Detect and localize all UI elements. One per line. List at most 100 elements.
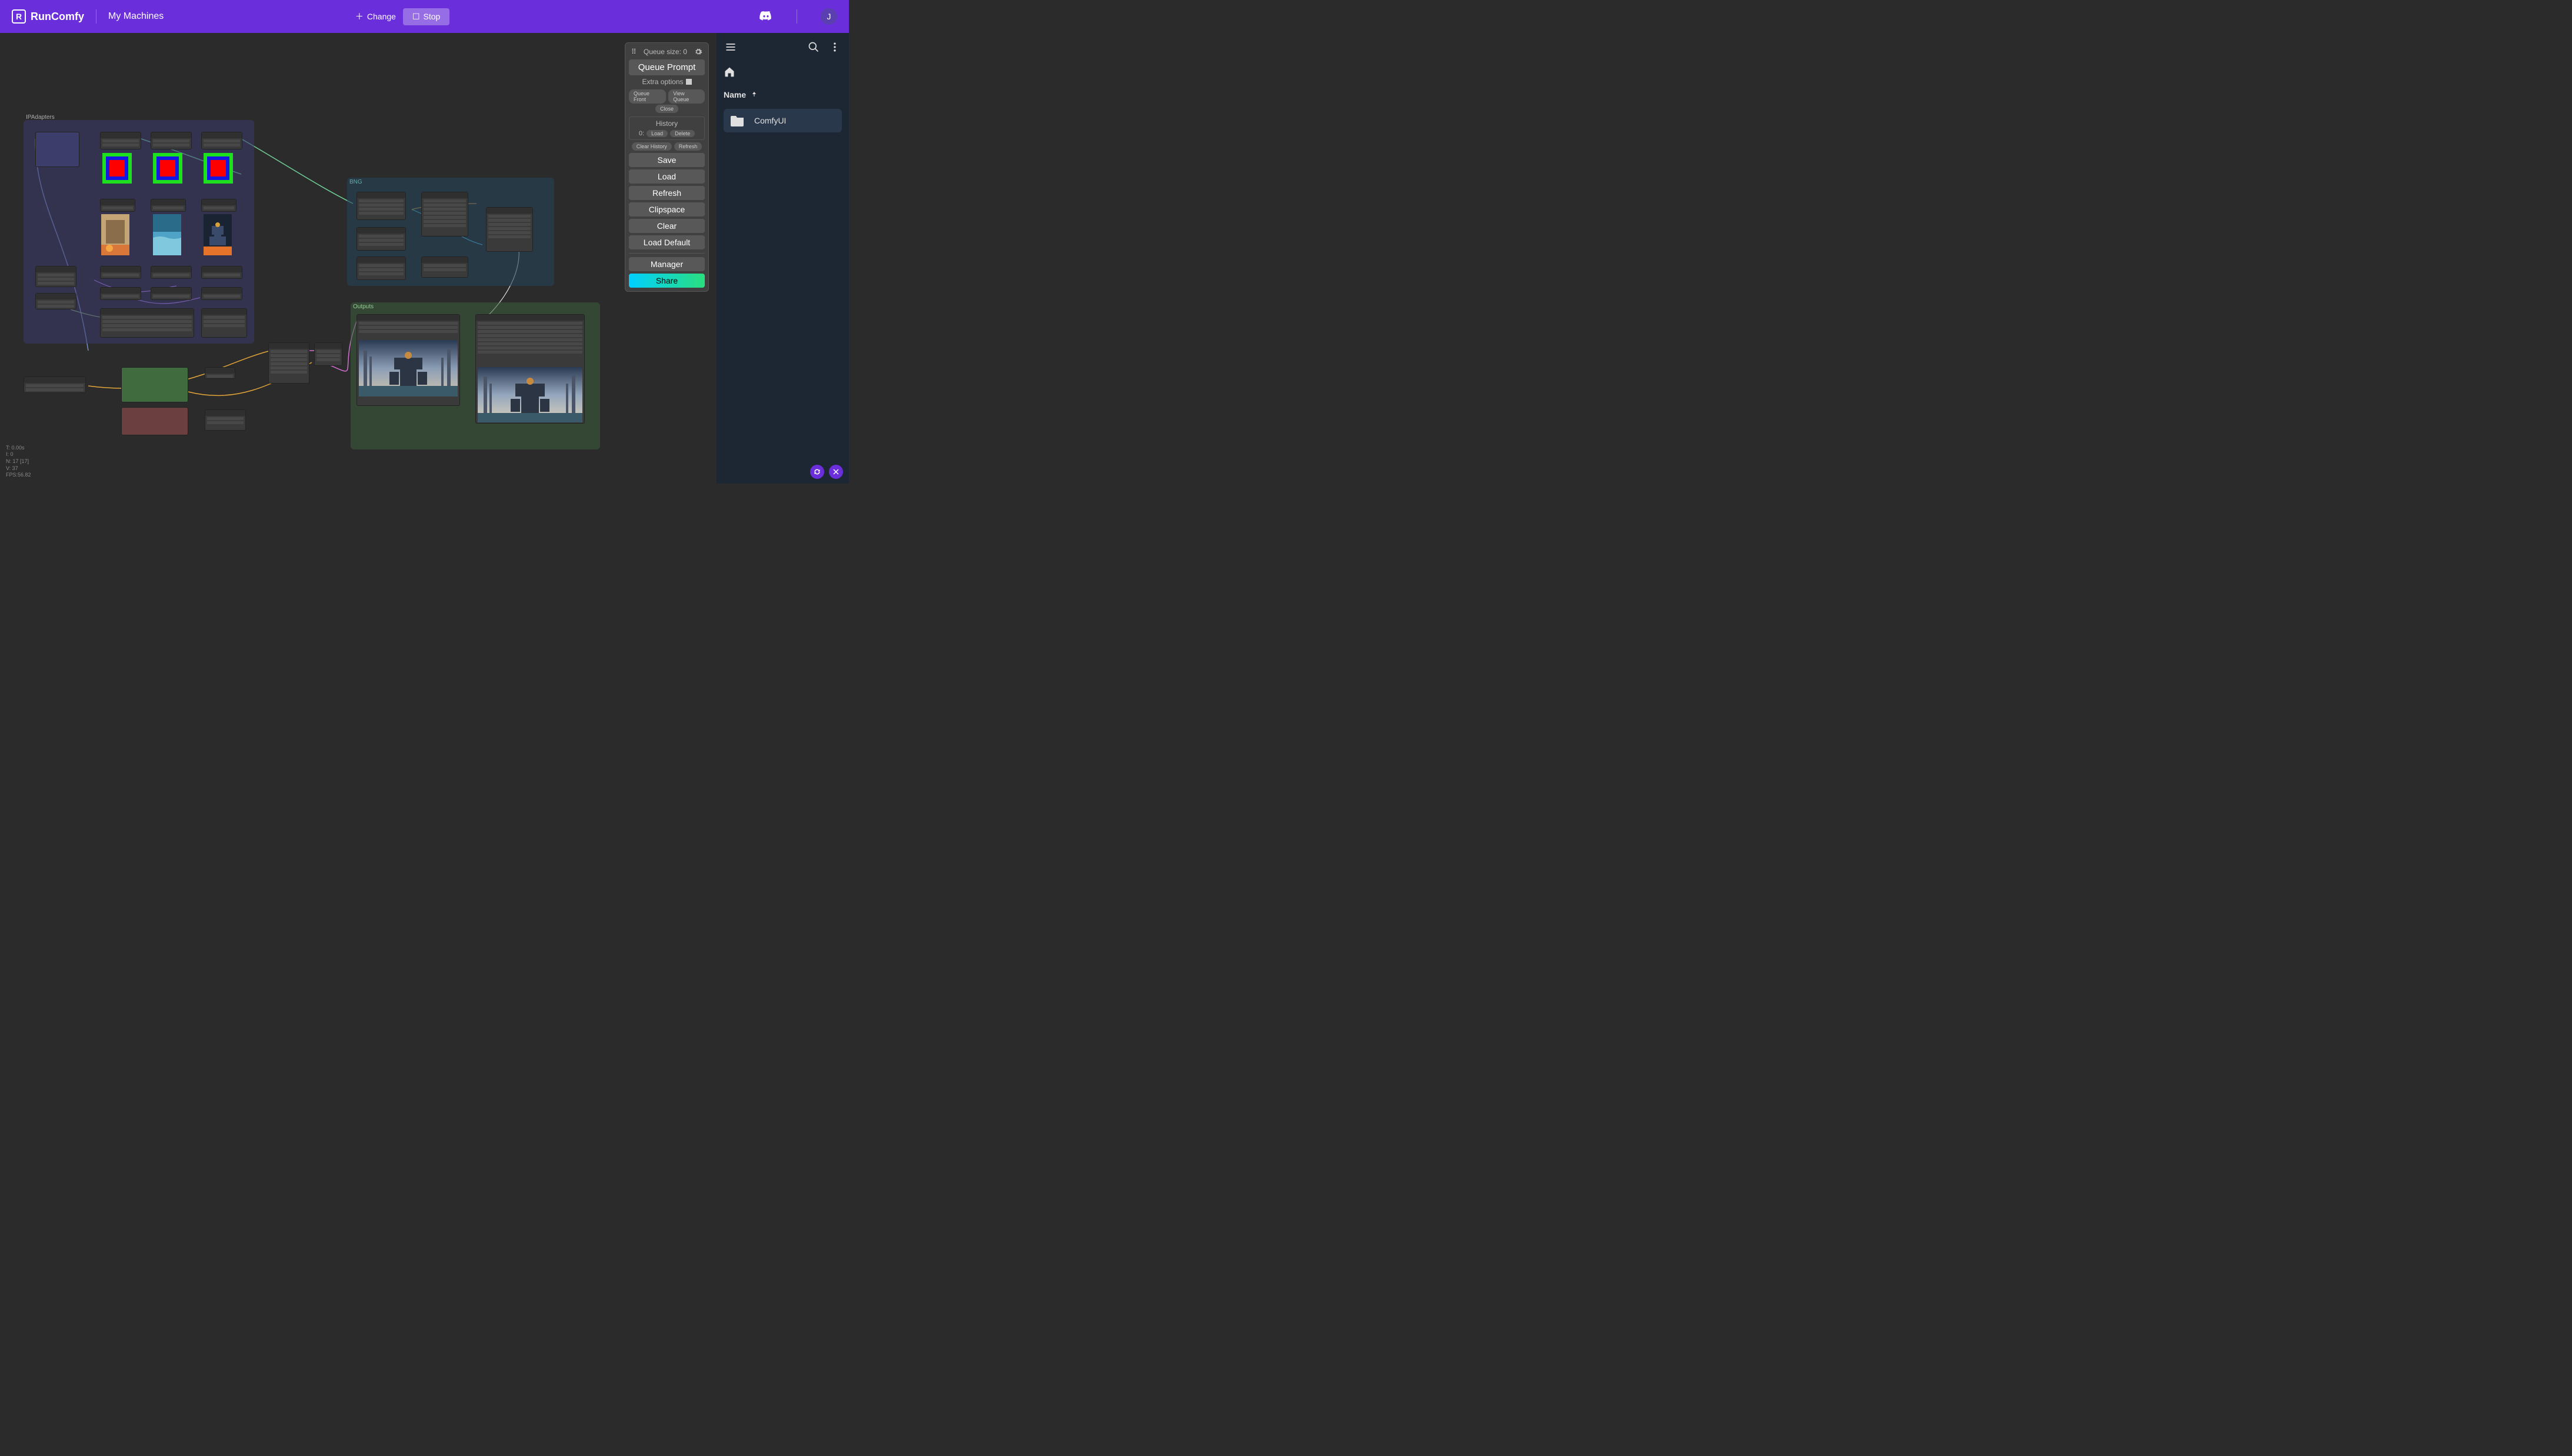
node-ip-d2[interactable]	[151, 287, 192, 300]
menu-icon[interactable]	[724, 40, 738, 54]
node-bng-f[interactable]	[486, 207, 533, 252]
node-ipimg-1-header[interactable]	[100, 199, 135, 212]
mask-square-3[interactable]	[204, 153, 233, 184]
save-button[interactable]: Save	[629, 153, 705, 167]
node-ip-a[interactable]	[35, 266, 76, 287]
group-ipadapters-label: IPAdapters	[26, 114, 55, 121]
node-ip-wide-1[interactable]	[100, 308, 194, 338]
change-button[interactable]: ＋ Change	[355, 11, 396, 22]
fab-row	[810, 465, 843, 479]
user-initial: J	[827, 12, 831, 21]
clear-button[interactable]: Clear	[629, 219, 705, 233]
plus-icon: ＋	[355, 11, 364, 22]
output-image-1[interactable]	[359, 340, 458, 397]
history-load-button[interactable]: Load	[647, 130, 668, 137]
thumb-building[interactable]	[101, 214, 129, 255]
top-right: J	[759, 8, 837, 25]
group-outputs-label: Outputs	[353, 304, 374, 310]
manager-button[interactable]: Manager	[629, 257, 705, 271]
extra-options-label: Extra options	[642, 78, 683, 86]
file-item-label: ComfyUI	[754, 116, 786, 125]
node-bng-a[interactable]	[357, 192, 406, 220]
file-browser-panel: Name ComfyUI	[717, 33, 849, 484]
node-ip-c1[interactable]	[100, 266, 141, 279]
stat-i: I: 0	[6, 451, 31, 458]
node-prompt-positive[interactable]	[121, 367, 188, 402]
node-bng-d[interactable]	[421, 192, 468, 236]
control-panel[interactable]: ⠿ Queue size: 0 Queue Prompt Extra optio…	[625, 42, 709, 292]
queue-size-label: Queue size: 0	[644, 48, 687, 56]
name-header-label: Name	[724, 90, 746, 99]
load-default-button[interactable]: Load Default	[629, 235, 705, 249]
load-button[interactable]: Load	[629, 169, 705, 184]
stop-label: Stop	[424, 12, 441, 21]
queue-front-button[interactable]: Queue Front	[629, 89, 666, 104]
node-ip-b[interactable]	[35, 293, 76, 309]
node-ip-d1[interactable]	[100, 287, 141, 300]
thumb-robot[interactable]	[204, 214, 232, 255]
stat-v: V: 37	[6, 465, 31, 472]
node-indicator-1[interactable]	[35, 132, 79, 167]
node-bng-b[interactable]	[357, 227, 406, 251]
more-icon[interactable]	[828, 40, 842, 54]
extra-options-checkbox[interactable]	[686, 79, 692, 85]
node-loadimg-1[interactable]	[100, 132, 141, 149]
file-browser-top	[717, 33, 849, 61]
node-ipimg-2-header[interactable]	[151, 199, 186, 212]
fab-sync-button[interactable]	[810, 465, 824, 479]
node-loose-a[interactable]	[205, 409, 246, 431]
stat-fps: FPS:56.82	[6, 472, 31, 479]
refresh-button[interactable]: Refresh	[629, 186, 705, 200]
refresh-history-button[interactable]: Refresh	[674, 142, 702, 151]
node-bng-e[interactable]	[421, 256, 468, 278]
fab-close-button[interactable]	[829, 465, 843, 479]
folder-icon	[731, 115, 745, 126]
history-title: History	[632, 119, 702, 128]
clear-history-button[interactable]: Clear History	[632, 142, 672, 151]
history-section: History 0: Load Delete	[629, 116, 705, 140]
change-label: Change	[367, 12, 396, 21]
discord-icon[interactable]	[759, 9, 773, 24]
user-avatar[interactable]: J	[821, 8, 837, 25]
top-center-controls: ＋ Change ☐ Stop	[355, 8, 449, 25]
mask-square-1[interactable]	[102, 153, 132, 184]
history-delete-button[interactable]: Delete	[670, 130, 695, 137]
node-ip-c3[interactable]	[201, 266, 242, 279]
stop-button[interactable]: ☐ Stop	[403, 8, 449, 25]
node-loose-left[interactable]	[24, 377, 86, 393]
node-bng-c[interactable]	[357, 256, 406, 280]
name-header[interactable]: Name	[717, 85, 849, 104]
mask-square-2[interactable]	[153, 153, 182, 184]
node-loose-c[interactable]	[268, 342, 309, 384]
file-item-comfyui[interactable]: ComfyUI	[724, 109, 842, 132]
node-loose-b[interactable]	[205, 367, 235, 379]
group-bng-label: BNG	[349, 179, 362, 185]
main-area: IPAdapters BNG Outputs	[0, 33, 849, 484]
output-image-2[interactable]	[478, 367, 582, 422]
share-button[interactable]: Share	[629, 274, 705, 288]
thumb-water[interactable]	[153, 214, 181, 255]
logo-mark-icon: R	[12, 9, 26, 24]
node-ipimg-3-header[interactable]	[201, 199, 236, 212]
node-loose-d[interactable]	[314, 342, 342, 366]
node-ip-c2[interactable]	[151, 266, 192, 279]
nav-my-machines[interactable]: My Machines	[108, 11, 164, 22]
node-prompt-negative[interactable]	[121, 407, 188, 435]
gear-icon[interactable]	[694, 48, 702, 56]
search-icon[interactable]	[807, 40, 821, 54]
node-ip-d3[interactable]	[201, 287, 242, 300]
sort-arrow-icon	[751, 90, 758, 99]
node-loadimg-3[interactable]	[201, 132, 242, 149]
node-canvas[interactable]: IPAdapters BNG Outputs	[0, 33, 717, 484]
view-queue-button[interactable]: View Queue	[668, 89, 705, 104]
clipspace-button[interactable]: Clipspace	[629, 202, 705, 216]
node-loadimg-2[interactable]	[151, 132, 192, 149]
node-ip-wide-2[interactable]	[201, 308, 247, 338]
home-button[interactable]	[717, 61, 849, 85]
queue-prompt-button[interactable]: Queue Prompt	[629, 59, 705, 75]
close-panel-button[interactable]: Close	[655, 105, 678, 113]
drag-handle-icon[interactable]: ⠿	[631, 48, 637, 56]
stat-t: T: 0.00s	[6, 445, 31, 452]
brand-logo[interactable]: R RunComfy	[12, 9, 84, 24]
stat-n: N: 17 [17]	[6, 458, 31, 465]
